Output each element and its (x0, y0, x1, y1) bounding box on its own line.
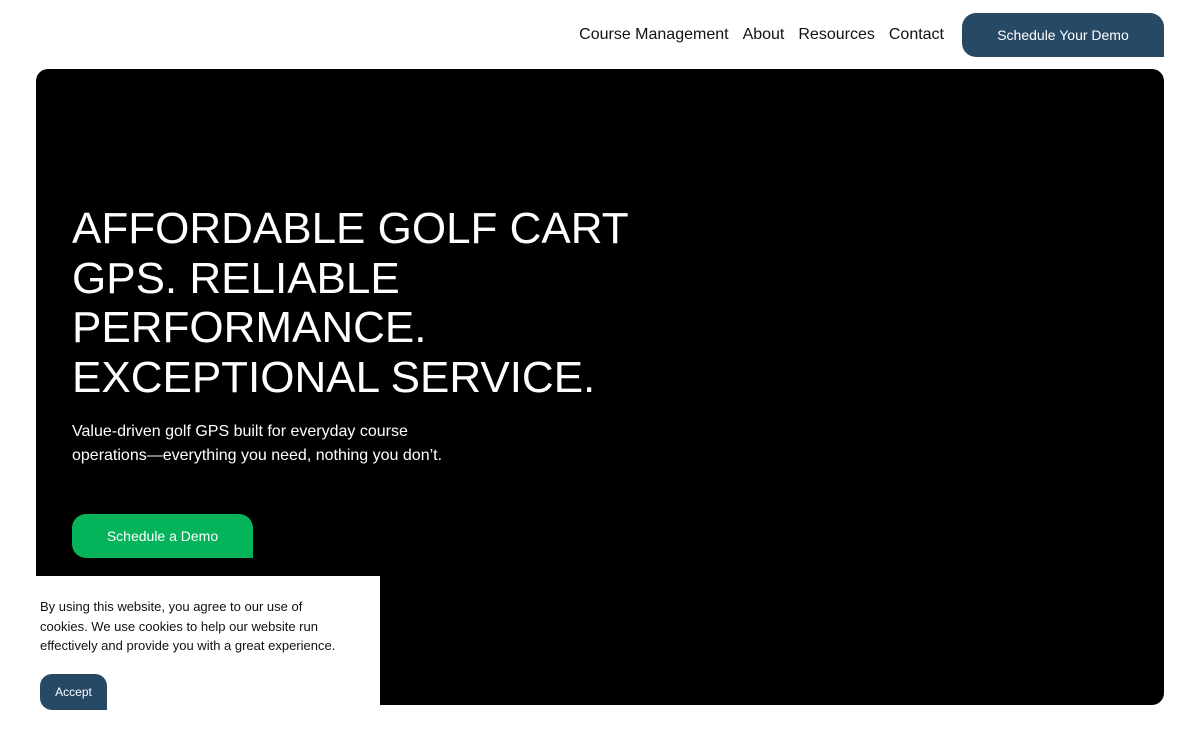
page: Course Management About Resources Contac… (0, 0, 1200, 750)
nav-link-course-management[interactable]: Course Management (579, 25, 728, 45)
nav-link-resources[interactable]: Resources (798, 25, 874, 45)
cookie-banner: By using this website, you agree to our … (36, 576, 380, 716)
nav-link-about[interactable]: About (743, 25, 785, 45)
accept-cookies-button[interactable]: Accept (40, 674, 107, 710)
nav-link-contact[interactable]: Contact (889, 25, 944, 45)
cookie-notice-text: By using this website, you agree to our … (40, 599, 336, 653)
top-navigation: Course Management About Resources Contac… (579, 13, 1164, 57)
hero-subtitle: Value-driven golf GPS built for everyday… (72, 423, 443, 464)
nav-links: Course Management About Resources Contac… (579, 25, 944, 45)
schedule-your-demo-button[interactable]: Schedule Your Demo (962, 13, 1164, 57)
hero-title: AFFORDABLE GOLF CART GPS. RELIABLE PERFO… (72, 204, 628, 402)
schedule-a-demo-button[interactable]: Schedule a Demo (72, 514, 253, 558)
